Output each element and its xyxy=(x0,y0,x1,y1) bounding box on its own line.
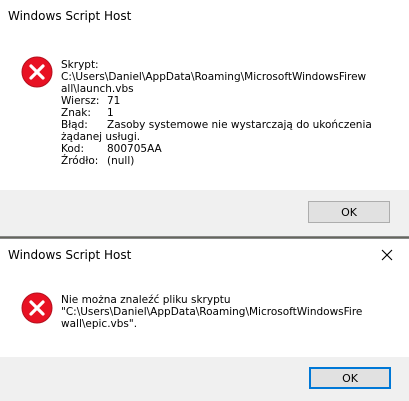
field-code: Kod: 800705AA xyxy=(61,143,381,155)
error-dialog-2: Windows Script Host Nie można znaleźć pl… xyxy=(0,238,409,401)
dialog-footer: OK xyxy=(0,190,409,236)
field-value: 1 xyxy=(107,107,114,119)
title-bar[interactable]: Windows Script Host xyxy=(0,0,409,32)
error-icon xyxy=(21,292,53,324)
field-label: Źródło: xyxy=(61,155,99,167)
message-path: "C:\Users\Daniel\AppData\Roaming\Microso… xyxy=(61,306,363,330)
field-char: Znak: 1 xyxy=(61,107,381,119)
field-label: Wiersz: xyxy=(61,95,100,107)
field-value: (null) xyxy=(107,155,135,167)
ok-button[interactable]: OK xyxy=(308,201,390,223)
field-value: 800705AA xyxy=(107,143,162,155)
ok-button[interactable]: OK xyxy=(309,367,391,389)
script-path: C:\Users\Daniel\AppData\Roaming\Microsof… xyxy=(61,71,367,95)
desktop: Windows Script Host Skrypt: C:\Users\Dan… xyxy=(0,0,409,401)
field-error: Błąd: Zasoby systemowe nie wystarczają do… xyxy=(61,119,381,143)
field-line: Wiersz: 71 xyxy=(61,95,381,107)
field-source: Źródło: (null) xyxy=(61,155,381,167)
error-details: Skrypt: C:\Users\Daniel\AppData\Roaming\… xyxy=(61,59,381,167)
field-label: Kod: xyxy=(61,143,84,155)
dialog-footer: OK xyxy=(0,357,409,401)
window-title: Windows Script Host xyxy=(8,248,132,262)
field-label: Znak: xyxy=(61,107,91,119)
error-message: Nie można znaleźć pliku skryptu "C:\User… xyxy=(61,294,373,330)
field-value: 71 xyxy=(107,95,121,107)
close-button[interactable] xyxy=(365,239,409,271)
field-label: Błąd: xyxy=(61,119,88,131)
dialog-content: Skrypt: C:\Users\Daniel\AppData\Roaming\… xyxy=(0,32,409,190)
dialog-content: Nie można znaleźć pliku skryptu "C:\User… xyxy=(0,271,409,357)
title-bar[interactable]: Windows Script Host xyxy=(0,239,409,271)
window-title: Windows Script Host xyxy=(8,9,132,23)
close-icon xyxy=(381,249,393,261)
field-value: Zasoby systemowe nie wystarczają do ukoń… xyxy=(61,119,372,143)
message-line: Nie można znaleźć pliku skryptu xyxy=(61,294,231,306)
script-heading: Skrypt: xyxy=(61,59,99,71)
error-icon xyxy=(21,56,53,88)
error-dialog-1: Windows Script Host Skrypt: C:\Users\Dan… xyxy=(0,0,409,237)
